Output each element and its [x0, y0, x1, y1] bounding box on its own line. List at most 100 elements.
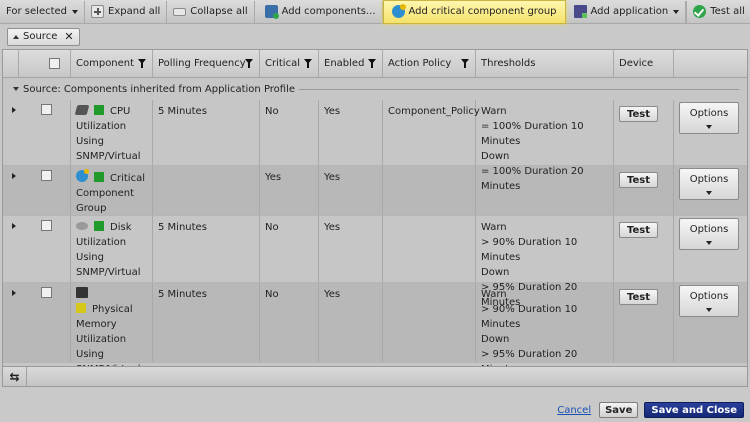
- check-icon: [693, 5, 707, 18]
- refresh-button[interactable]: ⇆: [3, 367, 27, 386]
- expand-row-icon[interactable]: [12, 107, 16, 113]
- grid-header: Component Polling Frequency Critical Ena…: [3, 50, 747, 78]
- options-cell: Options: [674, 166, 747, 215]
- column-header-action-policy[interactable]: Action Policy: [383, 50, 476, 77]
- expand-column-header: [3, 50, 19, 77]
- grid-footer: ⇆: [2, 366, 748, 387]
- options-dropdown[interactable]: Options: [679, 218, 739, 250]
- threshold-line: Down: [481, 334, 510, 345]
- group-divider: [299, 88, 739, 90]
- row-checkbox[interactable]: [41, 287, 52, 298]
- column-label: Critical: [265, 58, 300, 69]
- row-select-cell: [19, 283, 71, 362]
- expand-all-button[interactable]: Expand all: [85, 0, 168, 23]
- column-header-options: [674, 50, 747, 77]
- column-label: Thresholds: [481, 58, 536, 69]
- add-components-label: Add components...: [281, 6, 376, 17]
- critical-group-icon: [391, 4, 406, 18]
- row-expand-cell: [3, 166, 19, 215]
- threshold-line: Warn: [481, 106, 507, 117]
- component-name[interactable]: Disk Utilization Using SNMP/Virtual: [76, 222, 141, 278]
- expand-row-icon[interactable]: [12, 223, 16, 229]
- refresh-icon: ⇆: [9, 369, 20, 384]
- for-selected-dropdown[interactable]: For selected: [0, 0, 86, 23]
- collapse-all-label: Collapse all: [190, 6, 248, 17]
- cancel-link[interactable]: Cancel: [557, 405, 591, 416]
- component-name[interactable]: Physical Memory Utilization Using SNMP/V…: [76, 304, 141, 375]
- status-square: [94, 221, 104, 231]
- group-chip-source[interactable]: Source ✕: [7, 27, 80, 46]
- test-button[interactable]: Test: [619, 106, 659, 122]
- column-header-component[interactable]: Component: [71, 50, 153, 77]
- sort-asc-icon: [13, 34, 19, 39]
- column-header-thresholds[interactable]: Thresholds: [476, 50, 614, 77]
- row-expand-cell: [3, 283, 19, 362]
- row-checkbox[interactable]: [41, 170, 52, 181]
- chevron-down-icon[interactable]: [13, 87, 19, 91]
- chevron-down-icon: [706, 191, 712, 195]
- table-row[interactable]: Critical Component Group Yes Yes Test Op…: [3, 166, 747, 216]
- test-button[interactable]: Test: [619, 289, 659, 305]
- options-cell: Options: [674, 100, 747, 165]
- add-component-icon: [264, 5, 279, 19]
- test-all-button[interactable]: Test all: [686, 0, 750, 23]
- select-all-checkbox[interactable]: [49, 58, 60, 69]
- component-cell: Physical Memory Utilization Using SNMP/V…: [71, 283, 153, 375]
- options-dropdown[interactable]: Options: [679, 168, 739, 200]
- options-label: Options: [689, 224, 729, 235]
- enabled-cell: Yes: [319, 216, 383, 282]
- options-dropdown[interactable]: Options: [679, 285, 739, 317]
- chevron-down-icon: [72, 9, 79, 14]
- action-policy-cell: [383, 216, 476, 282]
- expand-icon: [91, 5, 105, 18]
- column-header-device[interactable]: Device: [614, 50, 674, 77]
- chevron-down-icon: [706, 241, 712, 245]
- toolbar: For selected Expand all Collapse all Add…: [0, 0, 750, 24]
- column-header-polling[interactable]: Polling Frequency: [153, 50, 260, 77]
- select-all-column-header: [19, 50, 71, 77]
- collapse-all-button[interactable]: Collapse all: [167, 0, 255, 23]
- filter-icon[interactable]: [461, 59, 469, 68]
- column-label: Action Policy: [388, 58, 452, 69]
- column-header-enabled[interactable]: Enabled: [319, 50, 383, 77]
- column-header-critical[interactable]: Critical: [260, 50, 319, 77]
- filter-icon[interactable]: [304, 59, 312, 68]
- close-icon[interactable]: ✕: [64, 30, 73, 43]
- filter-icon[interactable]: [138, 59, 146, 68]
- expand-all-label: Expand all: [108, 6, 161, 17]
- row-checkbox[interactable]: [41, 104, 52, 115]
- filter-icon[interactable]: [368, 59, 376, 68]
- add-critical-component-group-button[interactable]: Add critical component group: [382, 0, 566, 24]
- component-cell: Critical Component Group: [71, 166, 153, 215]
- group-header-row[interactable]: Source: Components inherited from Applic…: [3, 78, 747, 100]
- filter-icon[interactable]: [245, 59, 253, 68]
- column-label: Polling Frequency: [158, 58, 246, 69]
- chevron-down-icon: [706, 308, 712, 312]
- expand-row-icon[interactable]: [12, 290, 16, 296]
- enabled-cell: Yes: [319, 166, 383, 215]
- for-selected-label: For selected: [6, 6, 68, 17]
- test-button[interactable]: Test: [619, 222, 659, 238]
- enabled-cell: Yes: [319, 100, 383, 165]
- save-and-close-button[interactable]: Save and Close: [644, 402, 744, 418]
- add-application-dropdown[interactable]: Add application: [566, 0, 687, 23]
- table-row[interactable]: Disk Utilization Using SNMP/Virtual 5 Mi…: [3, 216, 747, 308]
- threshold-line: > 90% Duration 10 Minutes: [481, 304, 578, 330]
- polling-cell: 5 Minutes: [153, 216, 260, 282]
- row-select-cell: [19, 100, 71, 165]
- add-components-button[interactable]: Add components...: [255, 0, 383, 23]
- threshold-line: Warn: [481, 222, 507, 233]
- options-dropdown[interactable]: Options: [679, 102, 739, 134]
- row-checkbox[interactable]: [41, 220, 52, 231]
- save-button[interactable]: Save: [599, 402, 639, 418]
- chevron-down-icon: [673, 9, 680, 14]
- application-icon: [573, 5, 587, 18]
- table-row[interactable]: CPU Utilization Using SNMP/Virtual 5 Min…: [3, 100, 747, 192]
- options-label: Options: [689, 291, 729, 302]
- device-cell: Test: [614, 100, 674, 165]
- device-cell: Test: [614, 166, 674, 215]
- test-button[interactable]: Test: [619, 172, 659, 188]
- table-row[interactable]: Physical Memory Utilization Using SNMP/V…: [3, 283, 747, 375]
- collapse-icon: [173, 7, 187, 16]
- expand-row-icon[interactable]: [12, 173, 16, 179]
